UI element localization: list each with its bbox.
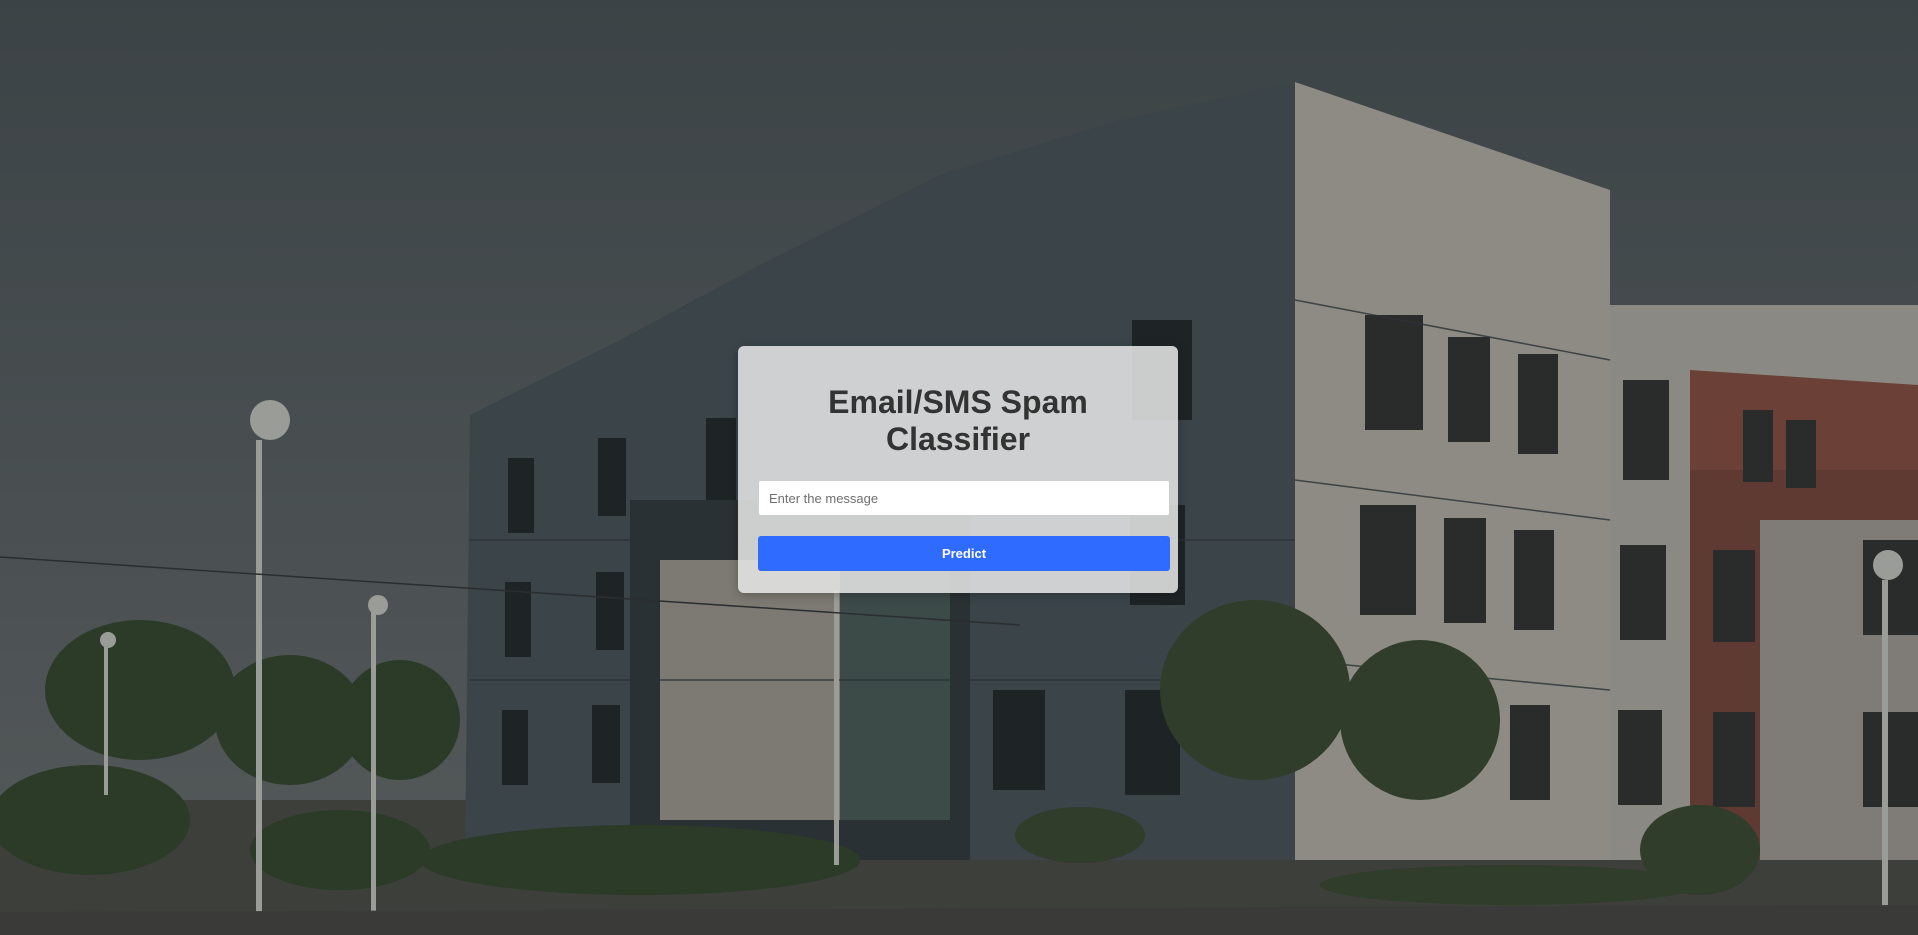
page-title: Email/SMS Spam Classifier	[828, 384, 1088, 457]
message-input[interactable]	[758, 480, 1170, 516]
classifier-card: Email/SMS Spam Classifier Predict	[738, 346, 1178, 593]
predict-button[interactable]: Predict	[758, 536, 1170, 571]
